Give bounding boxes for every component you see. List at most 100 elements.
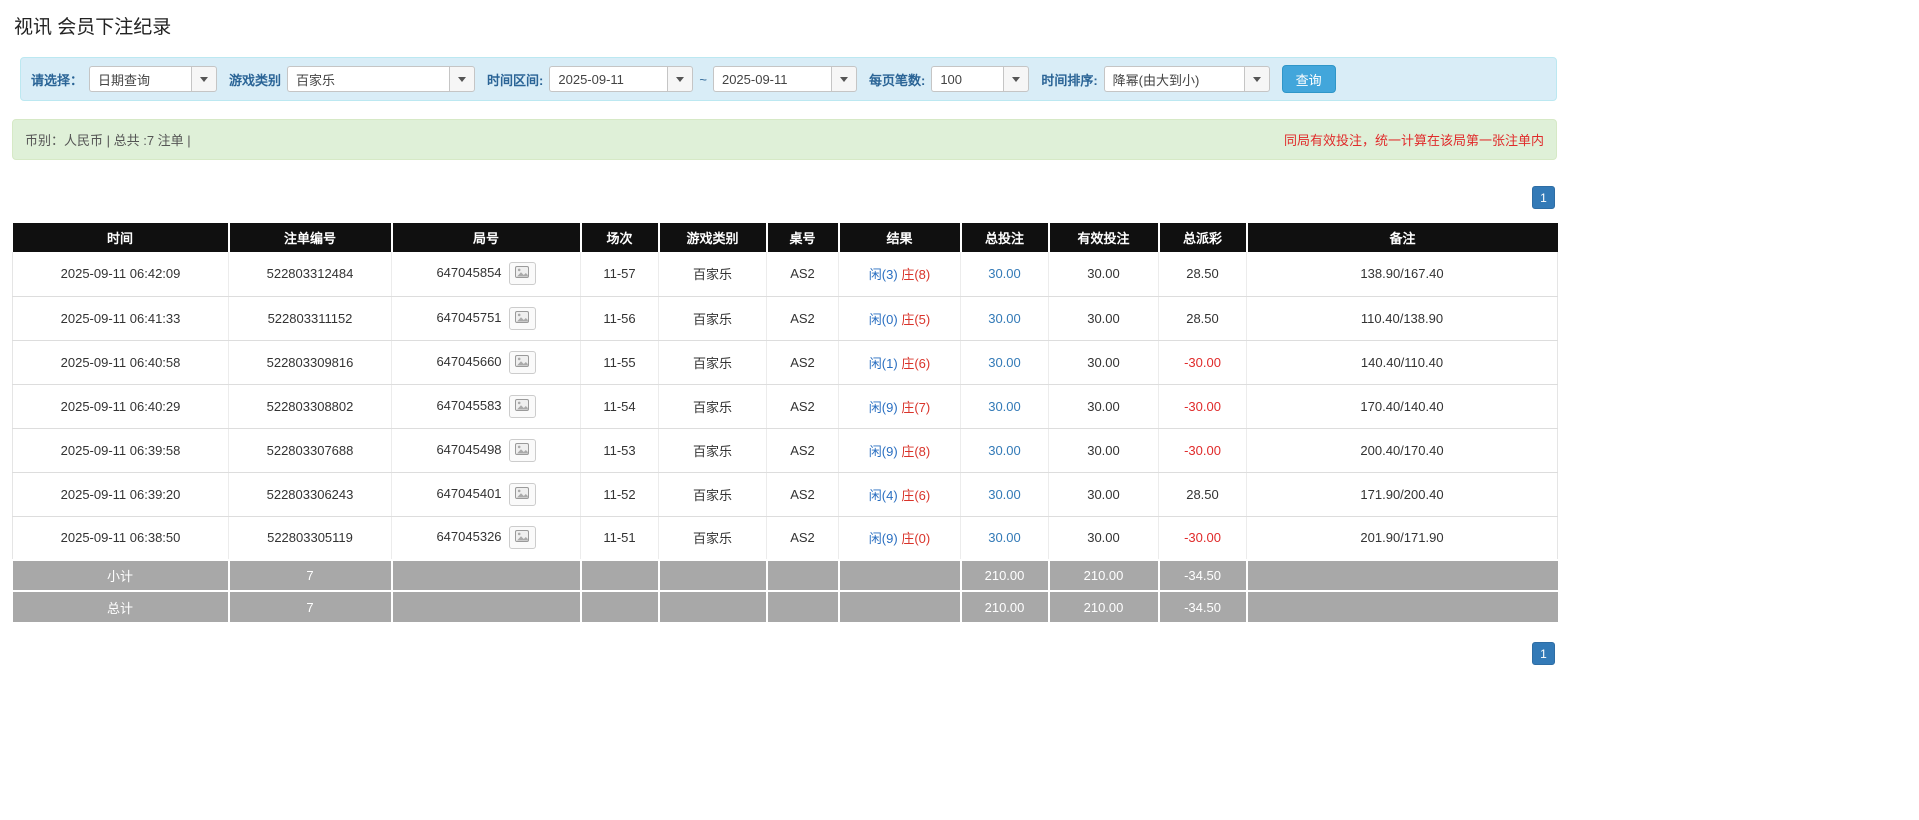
result-banker: 庄(7) xyxy=(901,399,931,415)
round-no-value: 647045660 xyxy=(436,353,502,369)
page-size-input[interactable] xyxy=(931,66,1004,92)
round-media-button[interactable] xyxy=(508,526,536,550)
time-value: 2025-09-11 06:40:29 xyxy=(60,398,181,414)
cell-session: 11-52 xyxy=(580,472,659,517)
cell-remark: 170.40/140.40 xyxy=(1246,384,1558,429)
cell-table-no: AS2 xyxy=(766,252,839,297)
total-payout: -34.50 xyxy=(1158,590,1248,622)
game-type-value: 百家乐 xyxy=(692,487,732,503)
valid-bet-value: 30.00 xyxy=(1087,442,1120,458)
round-media-button[interactable] xyxy=(508,482,536,506)
query-type-input[interactable] xyxy=(89,66,192,92)
pagination-page-1[interactable]: 1 xyxy=(1532,186,1555,209)
table-row: 2025-09-11 06:42:09 522803312484 647045854… xyxy=(12,252,1558,297)
cell-valid-bet: 30.00 xyxy=(1048,252,1159,297)
empty-cell xyxy=(580,559,660,591)
cell-time: 2025-09-11 06:38:50 xyxy=(12,516,229,561)
time-value: 2025-09-11 06:39:20 xyxy=(60,486,181,502)
page-title: 视讯 会员下注纪录 xyxy=(14,17,172,38)
game-type-value: 百家乐 xyxy=(692,531,732,547)
total-bet-link[interactable]: 30.00 xyxy=(988,355,1021,370)
video-icon xyxy=(515,310,530,326)
empty-cell xyxy=(658,559,768,591)
payout-value: -30.00 xyxy=(1184,354,1221,370)
result-banker: 庄(6) xyxy=(901,355,931,371)
empty-cell xyxy=(658,590,768,622)
empty-cell xyxy=(391,559,582,591)
cell-total-bet: 30.00 xyxy=(960,428,1049,473)
header-round-no: 局号 xyxy=(391,223,582,252)
total-bet-link[interactable]: 30.00 xyxy=(988,443,1021,458)
header-bet-no: 注单编号 xyxy=(228,223,393,252)
cell-valid-bet: 30.00 xyxy=(1048,472,1159,517)
total-bet-link[interactable]: 30.00 xyxy=(988,266,1021,281)
table-no-value: AS2 xyxy=(790,398,815,414)
empty-cell xyxy=(766,590,840,622)
page-size-dropdown-button[interactable] xyxy=(1003,66,1030,92)
video-icon xyxy=(515,266,530,281)
result-player: 闲(4) xyxy=(868,487,898,503)
total-bet-link[interactable]: 30.00 xyxy=(988,487,1021,502)
cell-remark: 140.40/110.40 xyxy=(1246,340,1558,385)
search-button[interactable]: 查询 xyxy=(1281,65,1336,93)
table-no-value: AS2 xyxy=(790,486,815,502)
cell-bet-no: 522803312484 xyxy=(228,252,392,297)
remark-value: 200.40/170.40 xyxy=(1360,442,1444,458)
result-player: 闲(0) xyxy=(868,311,898,327)
cell-valid-bet: 30.00 xyxy=(1048,384,1159,429)
cell-payout: 28.50 xyxy=(1158,472,1247,517)
session-value: 11-51 xyxy=(603,530,636,546)
total-total-bet: 210.00 xyxy=(960,590,1050,622)
session-value: 11-54 xyxy=(603,398,636,414)
cell-round-no: 647045498 xyxy=(391,428,581,473)
total-row: 总计 7 210.00 210.00 -34.50 xyxy=(12,590,1558,622)
total-bet-link[interactable]: 30.00 xyxy=(988,311,1021,326)
round-media-button[interactable] xyxy=(508,306,536,330)
round-media-button[interactable] xyxy=(508,394,536,418)
header-game-type: 游戏类别 xyxy=(658,223,768,252)
table-no-value: AS2 xyxy=(790,310,815,326)
sort-label: 时间排序: xyxy=(1041,72,1098,88)
subtotal-label: 小计 xyxy=(12,559,230,591)
cell-time: 2025-09-11 06:40:29 xyxy=(12,384,229,429)
cell-session: 11-51 xyxy=(580,516,659,561)
chevron-down-icon xyxy=(676,76,685,82)
chevron-down-icon xyxy=(1012,76,1021,82)
payout-value: 28.50 xyxy=(1186,486,1219,502)
sort-dropdown-button[interactable] xyxy=(1243,66,1270,92)
subtotal-count: 7 xyxy=(228,559,393,591)
round-media-button[interactable] xyxy=(508,438,536,462)
cell-table-no: AS2 xyxy=(766,428,839,473)
date-to-input[interactable] xyxy=(712,66,831,92)
round-media-button[interactable] xyxy=(508,262,536,286)
date-from-dropdown-button[interactable] xyxy=(667,66,694,92)
cell-total-bet: 30.00 xyxy=(960,296,1049,341)
filter-bar: 请选择： 游戏类别 时间区间: ~ 每页笔数: 时间排序: xyxy=(20,57,1557,101)
session-value: 11-55 xyxy=(603,354,636,370)
cell-bet-no: 522803311152 xyxy=(228,296,392,341)
table-row: 2025-09-11 06:40:29 522803308802 647045583… xyxy=(12,384,1558,429)
page: 视讯 会员下注纪录 请选择： 游戏类别 时间区间: ~ 每页笔数: 时间排序: xyxy=(12,0,1558,665)
total-bet-link[interactable]: 30.00 xyxy=(988,399,1021,414)
cell-bet-no: 522803307688 xyxy=(228,428,392,473)
round-media-button[interactable] xyxy=(508,350,536,374)
game-type-dropdown-button[interactable] xyxy=(449,66,476,92)
time-value: 2025-09-11 06:39:58 xyxy=(60,442,181,458)
remark-value: 138.90/167.40 xyxy=(1360,266,1444,282)
table-no-value: AS2 xyxy=(790,354,815,370)
cell-session: 11-54 xyxy=(580,384,659,429)
cell-result: 闲(3) 庄(8) xyxy=(838,252,961,297)
game-type-input[interactable] xyxy=(287,66,450,92)
cell-round-no: 647045401 xyxy=(391,472,581,517)
query-type-dropdown-button[interactable] xyxy=(191,66,218,92)
total-bet-link[interactable]: 30.00 xyxy=(988,530,1021,545)
pagination-page-1[interactable]: 1 xyxy=(1532,642,1555,665)
cell-valid-bet: 30.00 xyxy=(1048,516,1159,561)
cell-payout: 28.50 xyxy=(1158,296,1247,341)
sort-input[interactable] xyxy=(1103,66,1244,92)
date-from-input[interactable] xyxy=(549,66,668,92)
subtotal-row: 小计 7 210.00 210.00 -34.50 xyxy=(12,559,1558,591)
date-to-dropdown-button[interactable] xyxy=(830,66,857,92)
cell-round-no: 647045326 xyxy=(391,516,581,561)
header-remark: 备注 xyxy=(1246,223,1558,252)
